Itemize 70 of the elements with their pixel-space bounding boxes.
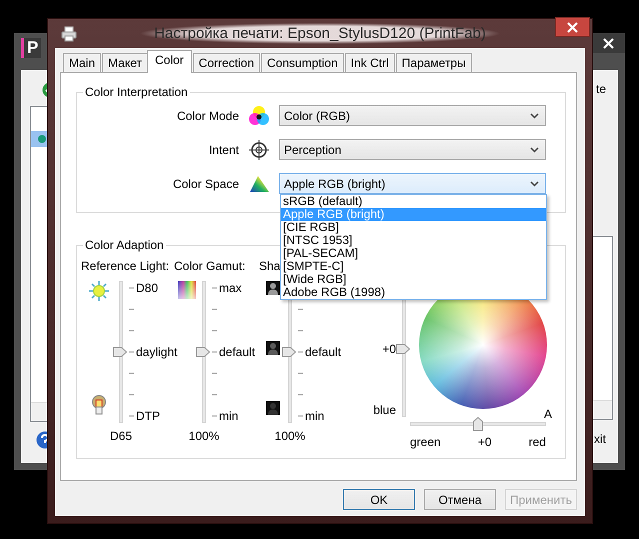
column-heading: Color Gamut:: [174, 259, 246, 273]
slider-thumb[interactable]: [282, 347, 296, 357]
app-icon: P: [21, 38, 42, 58]
column-heading: Reference Light:: [81, 259, 170, 273]
dropdown-field[interactable]: Color (RGB): [279, 105, 546, 126]
slider-track[interactable]: [410, 417, 546, 431]
slider-thumb[interactable]: [473, 417, 483, 431]
slider-thumb[interactable]: [196, 347, 210, 357]
dropdown-field[interactable]: Apple RGB (bright): [279, 173, 546, 194]
slider-thumb[interactable]: [113, 347, 127, 357]
tab[interactable]: Color: [146, 50, 192, 73]
tab[interactable]: Ink Ctrl: [344, 53, 395, 72]
tab[interactable]: Main: [63, 53, 102, 72]
crosshair-icon: [248, 139, 270, 161]
slider-value: 100%: [188, 429, 220, 443]
close-icon: [567, 22, 578, 32]
close-icon: [603, 38, 614, 48]
tick-label: red: [528, 435, 546, 449]
tick-label: min: [305, 409, 326, 423]
dropdown-field[interactable]: Perception: [279, 139, 546, 160]
person-silhouette-icon: [266, 281, 280, 295]
tab[interactable]: Consumption: [261, 53, 344, 72]
window-title: Настройка печати: Epson_StylusD120 (PrintFab): [140, 23, 500, 44]
slider-thumb[interactable]: [396, 344, 410, 354]
group-title: Color Interpretation: [83, 85, 190, 99]
dropdown-option[interactable]: [NTSC 1953]: [281, 234, 546, 247]
dialog-button[interactable]: OK: [343, 489, 415, 510]
tick-label: DTP: [136, 409, 161, 423]
dropdown-option[interactable]: [CIE RGB]: [281, 221, 546, 234]
tick-label: default: [219, 345, 256, 359]
printer-icon: [61, 26, 77, 42]
dropdown-option[interactable]: sRGB (default): [281, 195, 546, 208]
sun-icon: [89, 281, 109, 301]
tick-label: default: [305, 345, 342, 359]
person-silhouette-icon: [266, 341, 280, 355]
field-label: Color Space: [172, 177, 239, 191]
tick-label: blue: [373, 403, 396, 417]
slider-value: +0: [382, 342, 396, 356]
caret-icon: [530, 146, 539, 152]
slider-value: 100%: [274, 429, 306, 443]
dropdown-option[interactable]: [PAL-SECAM]: [281, 247, 546, 260]
dropdown-option[interactable]: [Wide RGB]: [281, 273, 546, 286]
close-button[interactable]: [592, 33, 625, 53]
dropdown-option[interactable]: Adobe RGB (1998): [281, 286, 546, 299]
spectrum-icon: [178, 281, 196, 299]
group-title: Color Adaption: [83, 238, 166, 252]
tick-label: D80: [136, 281, 160, 295]
button-label[interactable]: xit: [594, 432, 606, 446]
tab[interactable]: Correction: [192, 53, 260, 72]
field-label: Intent: [208, 143, 239, 157]
tab[interactable]: Параметры: [396, 53, 472, 72]
slider-value: +0: [478, 435, 492, 449]
person-silhouette-icon: [266, 401, 280, 415]
tick-label: daylight: [136, 345, 178, 359]
tick-label: green: [410, 435, 441, 449]
button-label[interactable]: te: [596, 82, 606, 96]
field-label: Color Mode: [176, 109, 239, 123]
dialog-button[interactable]: Отмена: [424, 489, 496, 510]
caret-icon: [530, 180, 539, 186]
tick-label: max: [219, 281, 243, 295]
tab[interactable]: Макет: [102, 53, 148, 72]
slider-value: D65: [108, 429, 133, 443]
column-heading: Sha: [259, 259, 280, 273]
wheel-label: A: [544, 407, 552, 421]
color-circles-icon: [248, 105, 270, 127]
light-bulb-icon: [92, 395, 106, 415]
dropdown-option[interactable]: [SMPTE-C]: [281, 260, 546, 273]
tick-label: min: [219, 409, 240, 423]
close-button[interactable]: [555, 17, 590, 37]
caret-icon: [530, 112, 539, 118]
